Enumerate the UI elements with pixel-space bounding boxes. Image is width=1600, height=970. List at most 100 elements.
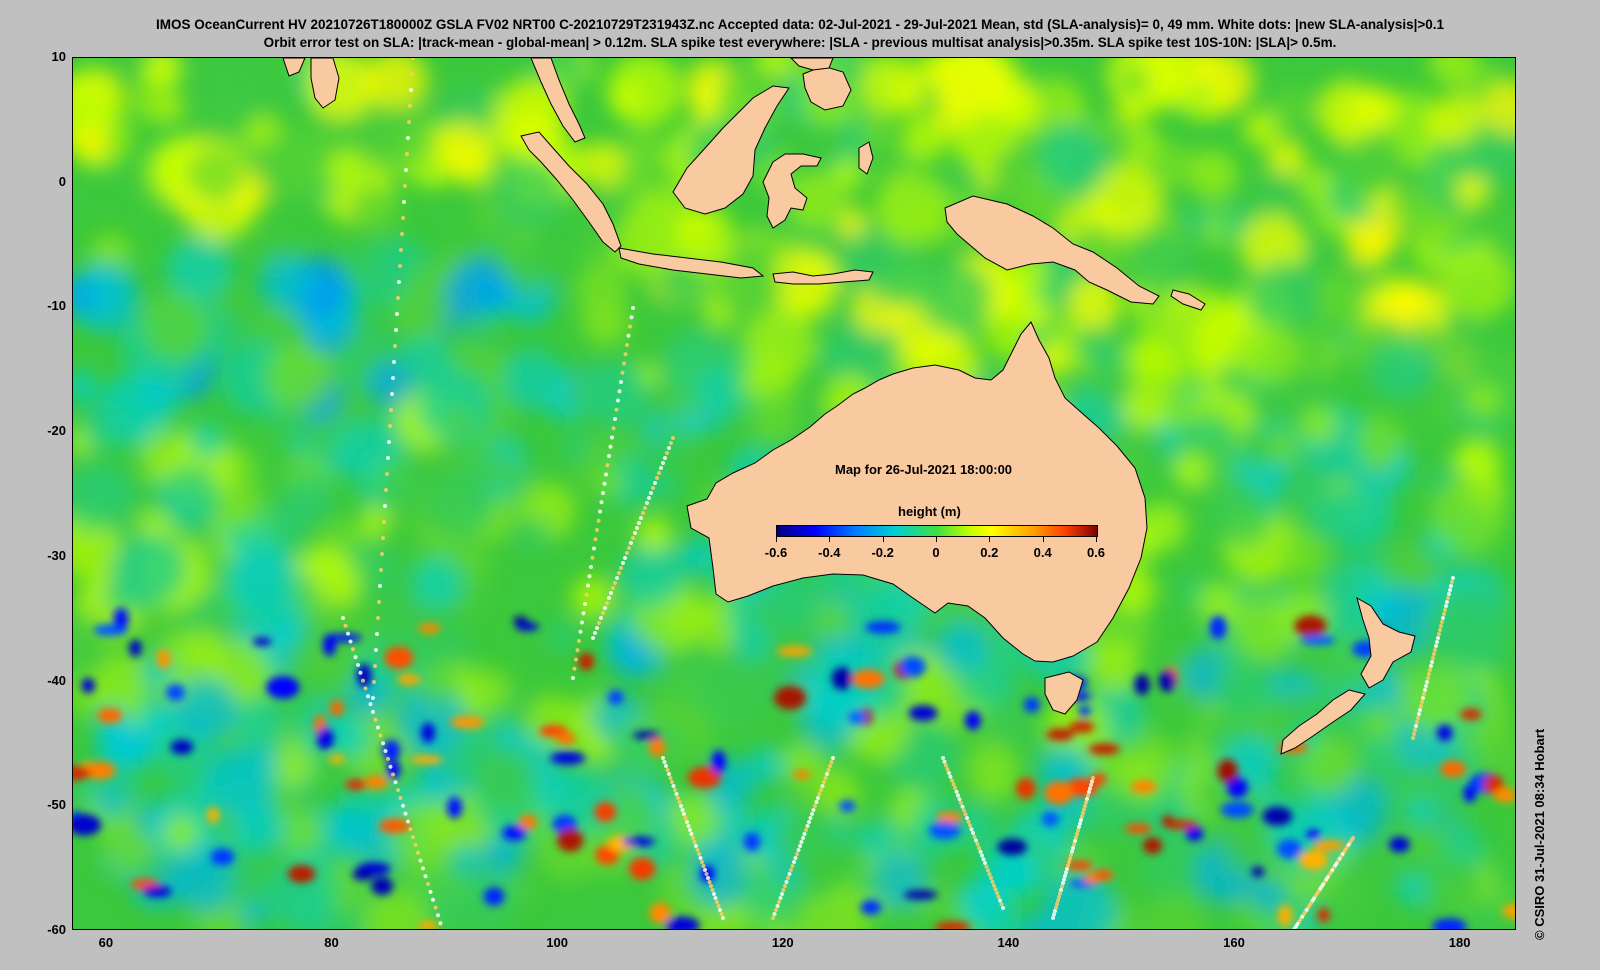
track-dot	[617, 389, 622, 394]
track-dot	[1449, 584, 1453, 588]
track-dot	[983, 861, 987, 865]
eddy	[649, 737, 666, 757]
colorbar-tick-label: 0.2	[980, 545, 999, 560]
track-dot	[1085, 797, 1089, 801]
track-dot	[1056, 898, 1060, 903]
anomaly-blob	[174, 677, 238, 741]
credit-label: © CSIRO 31-Jul-2021 08:34 Hobart	[1532, 728, 1547, 940]
eddy	[518, 814, 537, 830]
track-dot	[625, 551, 629, 555]
track-dot	[388, 424, 392, 428]
track-dot	[589, 565, 593, 569]
eddy	[1299, 634, 1336, 646]
anomaly-blob	[1037, 78, 1079, 121]
track-dot	[353, 655, 358, 660]
track-dot	[1423, 688, 1427, 692]
track-dot	[629, 315, 634, 320]
track-dot	[966, 819, 971, 824]
eddy	[1262, 806, 1293, 826]
track-dot	[998, 898, 1002, 903]
anomaly-blob	[1456, 175, 1490, 209]
track-dot	[1411, 736, 1415, 740]
anomaly-blob	[450, 844, 482, 875]
track-dot	[984, 864, 989, 869]
track-dot	[379, 568, 383, 572]
eddy	[776, 646, 813, 657]
sla-map-canvas	[73, 58, 1515, 929]
eddy	[129, 639, 142, 657]
track-dot	[586, 583, 590, 588]
eddy	[157, 649, 171, 669]
eddy	[397, 673, 421, 686]
track-dot	[1442, 612, 1446, 616]
eddy	[622, 836, 656, 847]
track-dot	[629, 541, 633, 545]
anomaly-blob	[156, 465, 222, 531]
anomaly-blob	[187, 147, 244, 203]
track-dot	[807, 820, 811, 824]
track-dot	[954, 789, 959, 794]
anomaly-blob	[1431, 478, 1506, 554]
anomaly-blob	[545, 619, 579, 653]
anomaly-blob	[740, 360, 777, 397]
anomaly-blob	[1141, 740, 1181, 781]
eddy	[1440, 760, 1466, 778]
track-dot	[376, 725, 380, 730]
track-dot	[572, 666, 577, 671]
track-dot	[1063, 874, 1067, 878]
track-dot	[712, 892, 716, 896]
track-dot	[651, 486, 655, 490]
track-dot	[695, 848, 700, 852]
track-dot	[1057, 895, 1061, 899]
track-dot	[1445, 600, 1449, 604]
eddy	[1220, 801, 1254, 818]
track-dot	[631, 536, 635, 540]
track-dot	[607, 596, 611, 600]
track-dot	[1082, 807, 1086, 812]
track-dot	[813, 804, 817, 808]
anomaly-blob	[367, 360, 414, 407]
anomaly-blob	[501, 348, 564, 411]
track-dot	[647, 496, 651, 500]
track-dot	[1065, 867, 1069, 871]
track-dot	[1052, 912, 1056, 917]
track-dot	[592, 546, 596, 551]
eddy	[1078, 705, 1092, 717]
track-dot	[784, 880, 789, 884]
track-dot	[1064, 870, 1068, 875]
track-dot	[828, 764, 832, 768]
track-dot	[1416, 716, 1420, 720]
track-dot	[965, 816, 969, 820]
track-dot	[783, 884, 787, 888]
track-dot	[957, 797, 962, 802]
track-dot	[1418, 708, 1422, 712]
track-dot	[404, 168, 408, 172]
track-dot	[418, 858, 423, 863]
track-dot	[661, 756, 665, 760]
track-dot	[580, 620, 584, 625]
track-dot	[595, 626, 599, 630]
track-dot	[574, 657, 578, 662]
track-dot	[403, 184, 407, 188]
track-dot	[396, 788, 400, 793]
eddy	[632, 731, 661, 740]
anomaly-blob	[1420, 300, 1449, 329]
track-dot	[999, 902, 1004, 907]
track-dot	[1426, 676, 1430, 680]
eddy	[1069, 721, 1095, 733]
track-dot	[777, 900, 781, 904]
eddy	[1125, 823, 1152, 834]
anomaly-blob	[1267, 430, 1300, 464]
track-dot	[628, 324, 632, 329]
track-dot	[381, 741, 385, 746]
anomaly-blob	[1182, 77, 1218, 114]
track-dot	[389, 408, 393, 412]
track-dot	[774, 908, 778, 912]
anomaly-blob	[1088, 115, 1118, 146]
track-dot	[374, 648, 378, 652]
track-dot	[683, 816, 688, 820]
track-dot	[1437, 632, 1441, 636]
track-dot	[679, 804, 683, 808]
anomaly-blob	[1181, 205, 1213, 237]
eddy	[649, 902, 671, 924]
